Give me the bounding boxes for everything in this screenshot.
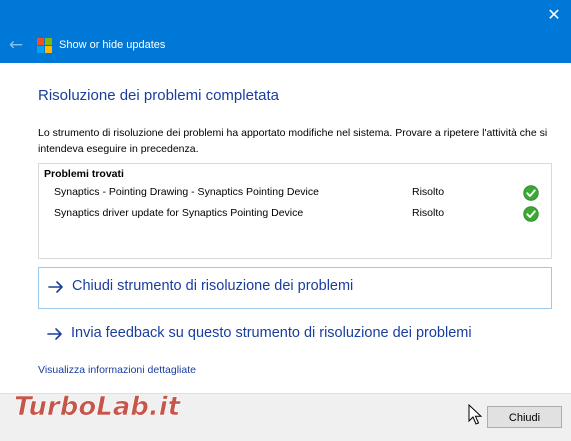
back-arrow-icon[interactable]: ←: [9, 35, 23, 55]
problem-row: Synaptics driver update for Synaptics Po…: [39, 205, 551, 225]
check-icon: [523, 185, 539, 201]
footer-bar: Chiudi: [0, 393, 571, 441]
page-title: Risoluzione dei problemi completata: [38, 87, 279, 104]
problems-found-title: Problemi trovati: [44, 168, 124, 180]
problem-row: Synaptics - Pointing Drawing - Synaptics…: [39, 184, 551, 204]
mouse-cursor-icon: [468, 404, 482, 425]
content-area: Risoluzione dei problemi completata Lo s…: [0, 63, 571, 393]
send-feedback-action[interactable]: Invia feedback su questo strumento di ri…: [38, 315, 550, 355]
check-icon: [523, 206, 539, 222]
close-troubleshooter-action[interactable]: Chiudi strumento di risoluzione dei prob…: [38, 267, 552, 309]
header-title: Show or hide updates: [59, 39, 166, 51]
arrow-right-icon: [47, 328, 62, 340]
view-details-link[interactable]: Visualizza informazioni dettagliate: [38, 364, 196, 376]
problem-status: Risolto: [412, 207, 445, 219]
title-bar: ✕: [0, 0, 571, 30]
problem-status: Risolto: [412, 186, 445, 198]
description-text: Lo strumento di risoluzione dei problemi…: [38, 127, 548, 155]
header-bar: ← Show or hide updates: [0, 30, 571, 63]
send-feedback-label[interactable]: Invia feedback su questo strumento di ri…: [71, 325, 472, 341]
close-icon[interactable]: ✕: [547, 5, 560, 24]
close-window-button[interactable]: ✕: [543, 4, 565, 26]
close-button[interactable]: Chiudi: [487, 406, 562, 428]
problems-found-panel: Problemi trovati Synaptics - Pointing Dr…: [38, 163, 552, 259]
problem-name: Synaptics driver update for Synaptics Po…: [54, 207, 304, 219]
troubleshooter-window: ✕ ← Show or hide updates Risoluzione dei…: [0, 0, 571, 441]
back-button[interactable]: ←: [6, 34, 26, 56]
problem-name: Synaptics - Pointing Drawing - Synaptics…: [54, 186, 319, 198]
windows-logo-icon: [37, 38, 52, 53]
close-troubleshooter-label[interactable]: Chiudi strumento di risoluzione dei prob…: [72, 278, 353, 294]
arrow-right-icon: [48, 281, 63, 293]
